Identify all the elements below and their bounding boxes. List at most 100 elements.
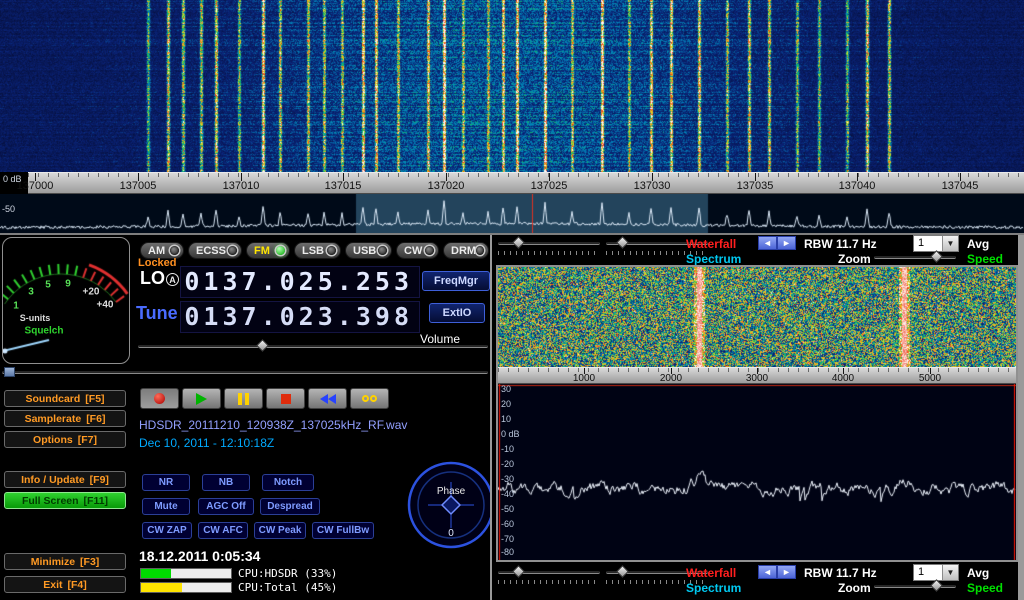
caret-down-icon[interactable]: ▼ [942, 236, 958, 251]
spectrum-mode-label-top[interactable]: Spectrum [686, 252, 741, 266]
slider-thumb[interactable] [256, 339, 269, 352]
button-key: [F4] [68, 579, 87, 591]
db-label: -30 [501, 474, 514, 484]
nb-button[interactable]: NB [202, 474, 250, 491]
minimize-button[interactable]: Minimize[F3] [4, 553, 126, 570]
phase-value: 0 [406, 528, 496, 539]
mode-label: ECSS [196, 245, 226, 257]
db-label: -10 [501, 444, 514, 454]
db-label: -20 [501, 459, 514, 469]
slider-track [874, 255, 956, 259]
arrow-left-icon[interactable]: ◄ [758, 565, 777, 579]
mode-label: DRM [451, 245, 476, 257]
loop-button[interactable] [350, 388, 389, 409]
freqmgr-button[interactable]: FreqMgr [422, 271, 490, 291]
rx-spectrum-display[interactable] [498, 384, 1016, 560]
mode-led-icon [170, 246, 179, 255]
mode-fm-button[interactable]: FM [246, 242, 290, 259]
pause-button[interactable] [224, 388, 263, 409]
mode-drm-button[interactable]: DRM [443, 242, 489, 259]
record-button[interactable] [140, 388, 179, 409]
mode-led-icon [228, 246, 237, 255]
rx-frequency-scale[interactable]: 1000 2000 3000 4000 5000 [498, 367, 1016, 384]
waterfall-upper-slider-top[interactable] [498, 237, 600, 249]
slider-track [874, 584, 956, 588]
slider-track [2, 370, 488, 374]
cw-zap-button[interactable]: CW ZAP [142, 522, 192, 539]
arrow-left-icon[interactable]: ◄ [758, 236, 777, 250]
s-meter[interactable]: 1 3 5 9 +20 +40 S-units Squelch [2, 237, 130, 364]
cw-afc-button[interactable]: CW AFC [198, 522, 248, 539]
waterfall-upper-slider-bottom[interactable] [498, 566, 600, 578]
play-icon [196, 393, 207, 405]
mode-lsb-button[interactable]: LSB [294, 242, 341, 259]
lo-frequency-display[interactable]: 0137.025.253 [180, 266, 420, 298]
play-button[interactable] [182, 388, 221, 409]
slider-thumb[interactable] [512, 565, 525, 578]
right-margin [1018, 235, 1024, 600]
spectrum-mode-label-bottom[interactable]: Spectrum [686, 581, 741, 595]
rewind-icon [320, 394, 336, 404]
mode-usb-button[interactable]: USB [345, 242, 392, 259]
cw-peak-button[interactable]: CW Peak [254, 522, 306, 539]
caret-down-icon[interactable]: ▼ [942, 565, 958, 580]
samplerate-button[interactable]: Samplerate[F6] [4, 410, 126, 427]
slider-thumb[interactable] [4, 367, 15, 377]
tuning-slider[interactable] [2, 366, 488, 378]
display-split-arrows-top[interactable]: ◄ ► [758, 236, 796, 250]
main-spectrum-display[interactable] [0, 194, 1024, 233]
db-label: -40 [501, 489, 514, 499]
button-label: Full Screen [22, 495, 79, 507]
rx-display-panel: Waterfall ◄ ► RBW 11.7 Hz 1 ▼ Avg Spectr… [492, 235, 1024, 600]
mute-button[interactable]: Mute [142, 498, 190, 515]
extio-button[interactable]: ExtIO [429, 303, 485, 323]
info-update-button[interactable]: Info / Update[F9] [4, 471, 126, 488]
lo-lock-badge-icon[interactable]: A [166, 273, 179, 286]
zoom-slider-bottom[interactable] [874, 580, 956, 592]
arrow-right-icon[interactable]: ► [777, 236, 796, 250]
button-label: Info / Update [21, 474, 85, 486]
rewind-button[interactable] [308, 388, 347, 409]
waterfall-mode-label-bottom[interactable]: Waterfall [686, 566, 736, 580]
fullscreen-button[interactable]: Full Screen [F11] [4, 492, 126, 509]
soundcard-button[interactable]: Soundcard[F5] [4, 390, 126, 407]
button-label: Exit [43, 579, 62, 591]
mode-ecss-button[interactable]: ECSS [188, 242, 242, 259]
phase-label: Phase [406, 486, 496, 497]
rx-spectrum-container: 30 20 10 0 dB -10 -20 -30 -40 -50 -60 -7… [498, 384, 1016, 560]
slider-thumb[interactable] [930, 579, 943, 592]
tune-frequency-display[interactable]: 0137.023.398 [180, 301, 420, 333]
zoom-slider-top[interactable] [874, 251, 956, 263]
main-waterfall-display[interactable] [0, 0, 1024, 172]
exit-button[interactable]: Exit [F4] [4, 576, 126, 593]
button-label: Options [33, 434, 73, 446]
zoom-label-top: Zoom [838, 252, 871, 266]
main-frequency-scale[interactable]: 137000 137005 137010 137015 137020 13702… [28, 172, 1024, 194]
volume-slider[interactable] [138, 340, 488, 352]
notch-button[interactable]: Notch [262, 474, 314, 491]
stop-button[interactable] [266, 388, 305, 409]
hdsdr-window: 137000 137005 137010 137015 137020 13702… [0, 0, 1024, 600]
mode-cw-button[interactable]: CW [396, 242, 439, 259]
cw-fullbw-button[interactable]: CW FullBw [312, 522, 374, 539]
slider-thumb[interactable] [616, 236, 629, 249]
rbw-label-top: RBW 11.7 Hz [804, 237, 877, 251]
avg-select-value: 1 [918, 566, 924, 578]
smeter-plus20: +20 [83, 287, 100, 298]
slider-thumb[interactable] [616, 565, 629, 578]
freq-label: 137020 [428, 180, 465, 192]
nr-button[interactable]: NR [142, 474, 190, 491]
agc-button[interactable]: AGC Off [198, 498, 254, 515]
slider-ticks [498, 580, 600, 584]
rx-waterfall-display[interactable] [498, 267, 1016, 367]
waterfall-mode-label-top[interactable]: Waterfall [686, 237, 736, 251]
options-button[interactable]: Options[F7] [4, 431, 126, 448]
despread-button[interactable]: Despread [260, 498, 320, 515]
slider-thumb[interactable] [512, 236, 525, 249]
slider-thumb[interactable] [930, 250, 943, 263]
button-key: [F11] [84, 495, 109, 507]
display-split-arrows-bottom[interactable]: ◄ ► [758, 565, 796, 579]
arrow-right-icon[interactable]: ► [777, 565, 796, 579]
db-label: -70 [501, 534, 514, 544]
cpu-hdsdr-bar [140, 568, 232, 579]
